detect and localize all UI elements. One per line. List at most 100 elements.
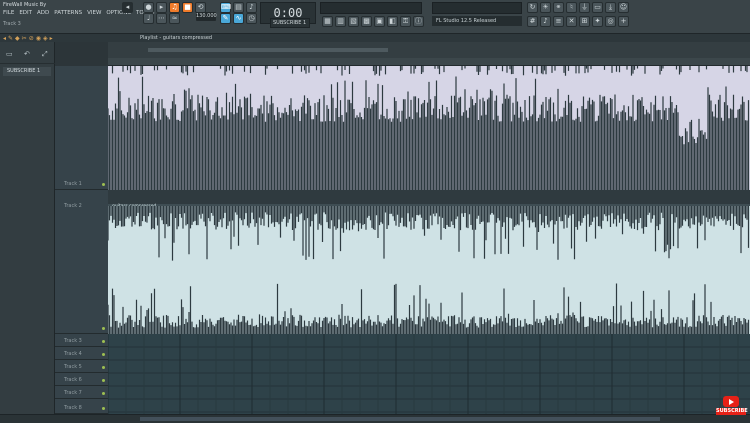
channel-rack-icon[interactable]: ▧ xyxy=(348,16,359,27)
audio-clip-2[interactable] xyxy=(108,206,750,334)
menu-patterns[interactable]: PATTERNS xyxy=(53,10,83,16)
typing-keyboard-icon[interactable]: ⌨ xyxy=(220,2,231,13)
browser-expand-icon[interactable]: ⤢ xyxy=(42,50,48,59)
plug-icon[interactable]: ⏚ xyxy=(579,2,590,13)
waveform-1 xyxy=(108,66,750,190)
tool-icon-6[interactable]: ◉ xyxy=(36,35,41,42)
info-icon[interactable]: ⓘ xyxy=(413,16,424,27)
playlist-overview[interactable] xyxy=(108,42,750,58)
track-header-4[interactable]: Track 4 xyxy=(55,347,108,360)
waveform-path xyxy=(108,206,750,334)
pattern-mode-button[interactable]: ◂ xyxy=(122,2,133,13)
cpu-meter xyxy=(432,2,522,14)
list-icon[interactable]: ≡ xyxy=(553,16,564,27)
track-active-dot[interactable] xyxy=(102,407,105,410)
browser-back-icon[interactable]: ↶ xyxy=(24,50,30,58)
close-icon[interactable]: ✕ xyxy=(566,16,577,27)
transport-buttons-row2: ♩ ⋯ ≈ xyxy=(143,13,180,24)
subscribe-badge[interactable]: SUBSCRIBE xyxy=(716,396,748,420)
countdown-icon[interactable]: ⋯ xyxy=(156,13,167,24)
playlist-tools: ◂ ✎ ◆ ✂ ⊘ ◉ ◈ ▸ xyxy=(0,34,108,42)
piano-roll-icon[interactable]: ▥ xyxy=(335,16,346,27)
browser-tools: ▭ ↶ ⤢ xyxy=(0,42,55,64)
stop-button[interactable]: ■ xyxy=(182,2,193,13)
browser-icon[interactable]: ▣ xyxy=(374,16,385,27)
tool-icon-8[interactable]: ▸ xyxy=(50,35,53,42)
online-buttons: ↻ ☀ ⚭ ♮ ⏚ ▭ ⤓ ☺ xyxy=(527,2,629,13)
link-icon[interactable]: ⚭ xyxy=(553,2,564,13)
refresh-icon[interactable]: ↻ xyxy=(527,2,538,13)
browser-panel: ▭ ↶ ⤢ SUBSCRIBE 1 xyxy=(0,42,55,423)
track-header-3[interactable]: Track 3 xyxy=(55,334,108,347)
overview-thumb[interactable] xyxy=(148,48,388,52)
key-icon[interactable]: ⚿ xyxy=(400,16,411,27)
blend-icon[interactable]: ≈ xyxy=(169,13,180,24)
mic-icon[interactable]: ♮ xyxy=(566,2,577,13)
empty-playlist-area[interactable] xyxy=(108,334,750,418)
pin-icon[interactable]: ◎ xyxy=(605,16,616,27)
tool-icon-2[interactable]: ✎ xyxy=(8,35,13,42)
tool-icon-3[interactable]: ◆ xyxy=(15,35,20,42)
track-active-dot[interactable] xyxy=(102,366,105,369)
tool-icon-7[interactable]: ◈ xyxy=(43,35,48,42)
playlist-grid xyxy=(108,334,750,418)
browser-menu-icon[interactable]: ▭ xyxy=(6,50,13,58)
track-header-8[interactable]: Track 8 xyxy=(55,399,108,414)
wave-icon[interactable]: ∿ xyxy=(233,13,244,24)
track-header-5[interactable]: Track 5 xyxy=(55,360,108,373)
smiley-icon[interactable]: ☺ xyxy=(618,2,629,13)
youtube-play-icon xyxy=(723,396,739,407)
tool-icon-1[interactable]: ◂ xyxy=(3,35,6,42)
mixer-icon[interactable]: ▩ xyxy=(361,16,372,27)
song-mode-button[interactable]: ♫ xyxy=(169,2,180,13)
menu-bar: FILE EDIT ADD PATTERNS VIEW OPTIONS TOOL… xyxy=(2,10,163,16)
timeline-ruler[interactable] xyxy=(108,58,750,66)
tool-icon-4[interactable]: ✂ xyxy=(22,35,27,42)
tool-icon-5[interactable]: ⊘ xyxy=(29,35,34,42)
track-name: Track 8 xyxy=(64,405,82,411)
menu-file[interactable]: FILE xyxy=(2,10,15,16)
track-name: Track 1 xyxy=(64,181,82,187)
track-active-dot[interactable] xyxy=(102,340,105,343)
star-icon[interactable]: ✦ xyxy=(592,16,603,27)
pencil-icon[interactable]: ✎ xyxy=(220,13,231,24)
track-header-1[interactable]: Track 1 xyxy=(55,66,108,190)
hint-text: Track 3 xyxy=(3,21,21,27)
metronome-icon[interactable]: ♩ xyxy=(143,13,154,24)
horizontal-scrollbar[interactable] xyxy=(0,414,750,423)
track-header-7[interactable]: Track 7 xyxy=(55,386,108,399)
track-active-dot[interactable] xyxy=(102,327,105,330)
sun-icon[interactable]: ☀ xyxy=(540,2,551,13)
menu-add[interactable]: ADD xyxy=(36,10,50,16)
track-header-2[interactable]: Track 2 xyxy=(55,190,108,334)
step-edit-icon[interactable]: ▤ xyxy=(233,2,244,13)
playlist-title: Playlist - guitars compressed xyxy=(140,35,213,41)
scrollbar-thumb[interactable] xyxy=(140,417,660,421)
folder-icon[interactable]: ▭ xyxy=(592,2,603,13)
audio-clip-1[interactable] xyxy=(108,66,750,190)
pattern-selector[interactable]: SUBSCRIBE 1 xyxy=(270,18,310,28)
transport-controls: ◂ xyxy=(122,2,133,13)
tempo-display[interactable]: 130.000 xyxy=(196,12,217,21)
track-active-dot[interactable] xyxy=(102,392,105,395)
plugin-icon[interactable]: ◧ xyxy=(387,16,398,27)
add-icon[interactable]: + xyxy=(618,16,629,27)
play-button[interactable]: ▸ xyxy=(156,2,167,13)
track-active-dot[interactable] xyxy=(102,353,105,356)
app-title: FireWall Music By xyxy=(3,2,47,8)
record-button[interactable]: ● xyxy=(143,2,154,13)
playlist-icon[interactable]: ▦ xyxy=(322,16,333,27)
render-icon[interactable]: ⤓ xyxy=(605,2,616,13)
mixer-row-icon[interactable]: ⊞ xyxy=(579,16,590,27)
music-note-icon[interactable]: ♪ xyxy=(540,16,551,27)
browser-item[interactable]: SUBSCRIBE 1 xyxy=(3,67,51,76)
clock-icon[interactable]: ◷ xyxy=(246,13,257,24)
track-header-6[interactable]: Track 6 xyxy=(55,373,108,386)
track-active-dot[interactable] xyxy=(102,379,105,382)
menu-edit[interactable]: EDIT xyxy=(18,10,33,16)
snap-buttons-row2: ✎ ∿ ◷ xyxy=(220,13,257,24)
speaker-icon[interactable]: ♪ xyxy=(246,2,257,13)
menu-view[interactable]: VIEW xyxy=(86,10,102,16)
grid-icon[interactable]: # xyxy=(527,16,538,27)
track-active-dot[interactable] xyxy=(102,183,105,186)
